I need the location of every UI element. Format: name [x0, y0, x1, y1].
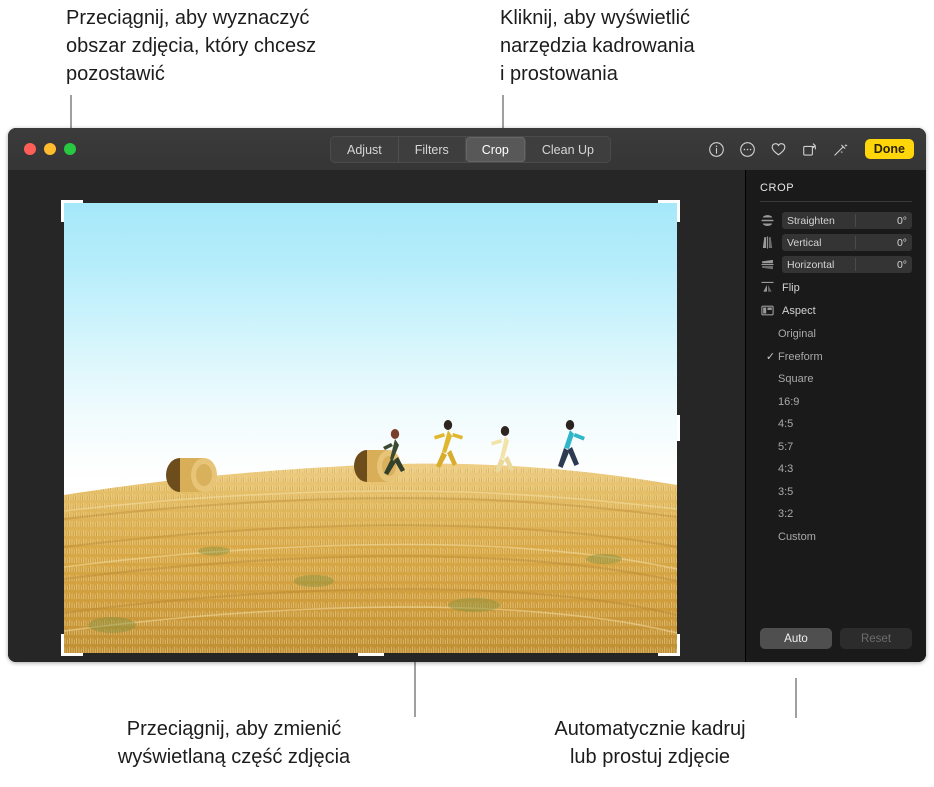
aspect-option-3-5[interactable]: 3:5 — [760, 481, 912, 504]
aspect-label-5-7: 5:7 — [778, 441, 793, 453]
maximize-button[interactable] — [64, 143, 76, 155]
sidebar-title: CROP — [760, 170, 912, 201]
crop-handle-bottom-edge[interactable] — [358, 653, 384, 656]
menu-flip[interactable]: Flip — [760, 278, 912, 297]
crop-frame[interactable] — [64, 203, 677, 653]
done-button[interactable]: Done — [865, 139, 914, 160]
minimize-button[interactable] — [44, 143, 56, 155]
rotate-icon[interactable] — [801, 141, 818, 158]
aspect-option-4-3[interactable]: 4:3 — [760, 458, 912, 481]
hay-bale-left — [166, 458, 217, 492]
crop-handle-bottom-right-v[interactable] — [677, 634, 680, 656]
aspect-label-square: Square — [778, 373, 813, 385]
hay-bales-and-runners — [64, 203, 677, 653]
aspect-label-3-2: 3:2 — [778, 508, 793, 520]
callout-crop-tools: Kliknij, aby wyświetlić narzędzia kadrow… — [500, 4, 840, 88]
aspect-option-16-9[interactable]: 16:9 — [760, 391, 912, 414]
slider-straighten[interactable]: Straighten 0° — [760, 212, 912, 229]
callout-reposition: Przeciągnij, aby zmienić wyświetlaną czę… — [54, 715, 414, 771]
aspect-option-square[interactable]: Square — [760, 368, 912, 391]
crop-sidebar: CROP Straighten 0° — [745, 170, 926, 662]
auto-button[interactable]: Auto — [760, 628, 832, 649]
tab-adjust[interactable]: Adjust — [331, 137, 399, 162]
vertical-slider-track[interactable]: Vertical 0° — [782, 234, 912, 251]
aspect-label-original: Original — [778, 328, 816, 340]
aspect-options-list: Original ✓ Freeform Square 16:9 4:5 — [760, 323, 912, 548]
aspect-label: Aspect — [782, 305, 816, 317]
crop-handle-top-left[interactable] — [61, 200, 83, 203]
tab-filters[interactable]: Filters — [399, 137, 466, 162]
straighten-icon — [760, 213, 775, 228]
slider-horizontal[interactable]: Horizontal 0° — [760, 256, 912, 273]
runner-3 — [491, 426, 514, 473]
aspect-label-3-5: 3:5 — [778, 486, 793, 498]
callout-crop-area: Przeciągnij, aby wyznaczyć obszar zdjęci… — [66, 4, 466, 88]
reset-button[interactable]: Reset — [840, 628, 912, 649]
editor-content: CROP Straighten 0° — [8, 170, 926, 662]
horizontal-slider-track[interactable]: Horizontal 0° — [782, 256, 912, 273]
aspect-label-custom: Custom — [778, 531, 816, 543]
info-icon[interactable] — [708, 141, 725, 158]
photo-image[interactable] — [64, 203, 677, 653]
sidebar-divider — [760, 201, 912, 202]
aspect-label-freeform: Freeform — [778, 351, 823, 363]
toolbar-right: Done — [708, 136, 914, 162]
aspect-label-4-3: 4:3 — [778, 463, 793, 475]
horizontal-label: Horizontal — [787, 259, 834, 271]
straighten-slider-track[interactable]: Straighten 0° — [782, 212, 912, 229]
vertical-perspective-icon — [760, 235, 775, 250]
leader-line-auto — [795, 678, 797, 718]
aspect-option-custom[interactable]: Custom — [760, 526, 912, 549]
aspect-option-freeform[interactable]: ✓ Freeform — [760, 346, 912, 369]
aspect-label-16-9: 16:9 — [778, 396, 799, 408]
straighten-label: Straighten — [787, 215, 835, 227]
aspect-label-4-5: 4:5 — [778, 418, 793, 430]
aspect-option-3-2[interactable]: 3:2 — [760, 503, 912, 526]
window-titlebar: Adjust Filters Crop Clean Up — [8, 128, 926, 171]
menu-aspect[interactable]: Aspect — [760, 301, 912, 320]
tab-clean-up[interactable]: Clean Up — [526, 137, 610, 162]
aspect-option-4-5[interactable]: 4:5 — [760, 413, 912, 436]
runner-2 — [434, 420, 463, 468]
slider-vertical[interactable]: Vertical 0° — [760, 234, 912, 251]
runner-4 — [558, 420, 585, 468]
horizontal-perspective-icon — [760, 257, 775, 272]
straighten-value: 0° — [897, 215, 907, 227]
horizontal-value: 0° — [897, 259, 907, 271]
aspect-check-freeform: ✓ — [763, 350, 778, 363]
sidebar-action-buttons: Auto Reset — [760, 628, 912, 649]
vertical-label: Vertical — [787, 237, 821, 249]
aspect-icon — [760, 303, 775, 318]
crop-handle-right-edge[interactable] — [677, 415, 680, 441]
aspect-option-5-7[interactable]: 5:7 — [760, 436, 912, 459]
crop-handle-top-right-v[interactable] — [677, 200, 680, 222]
edit-mode-segmented-control[interactable]: Adjust Filters Crop Clean Up — [330, 136, 611, 163]
favorite-heart-icon[interactable] — [770, 141, 787, 158]
crop-handle-bottom-left[interactable] — [61, 653, 83, 656]
flip-label: Flip — [782, 282, 800, 294]
photos-editor-window: Adjust Filters Crop Clean Up — [8, 128, 926, 662]
callout-auto: Automatycznie kadruj lub prostuj zdjęcie — [500, 715, 800, 771]
crop-handle-top-left-v[interactable] — [61, 200, 64, 222]
vertical-value: 0° — [897, 237, 907, 249]
crop-handle-bottom-left-v[interactable] — [61, 634, 64, 656]
aspect-option-original[interactable]: Original — [760, 323, 912, 346]
flip-icon — [760, 280, 775, 295]
photo-canvas[interactable] — [8, 170, 745, 662]
more-icon[interactable] — [739, 141, 756, 158]
close-button[interactable] — [24, 143, 36, 155]
tab-crop[interactable]: Crop — [466, 137, 526, 162]
enhance-wand-icon[interactable] — [832, 141, 849, 158]
